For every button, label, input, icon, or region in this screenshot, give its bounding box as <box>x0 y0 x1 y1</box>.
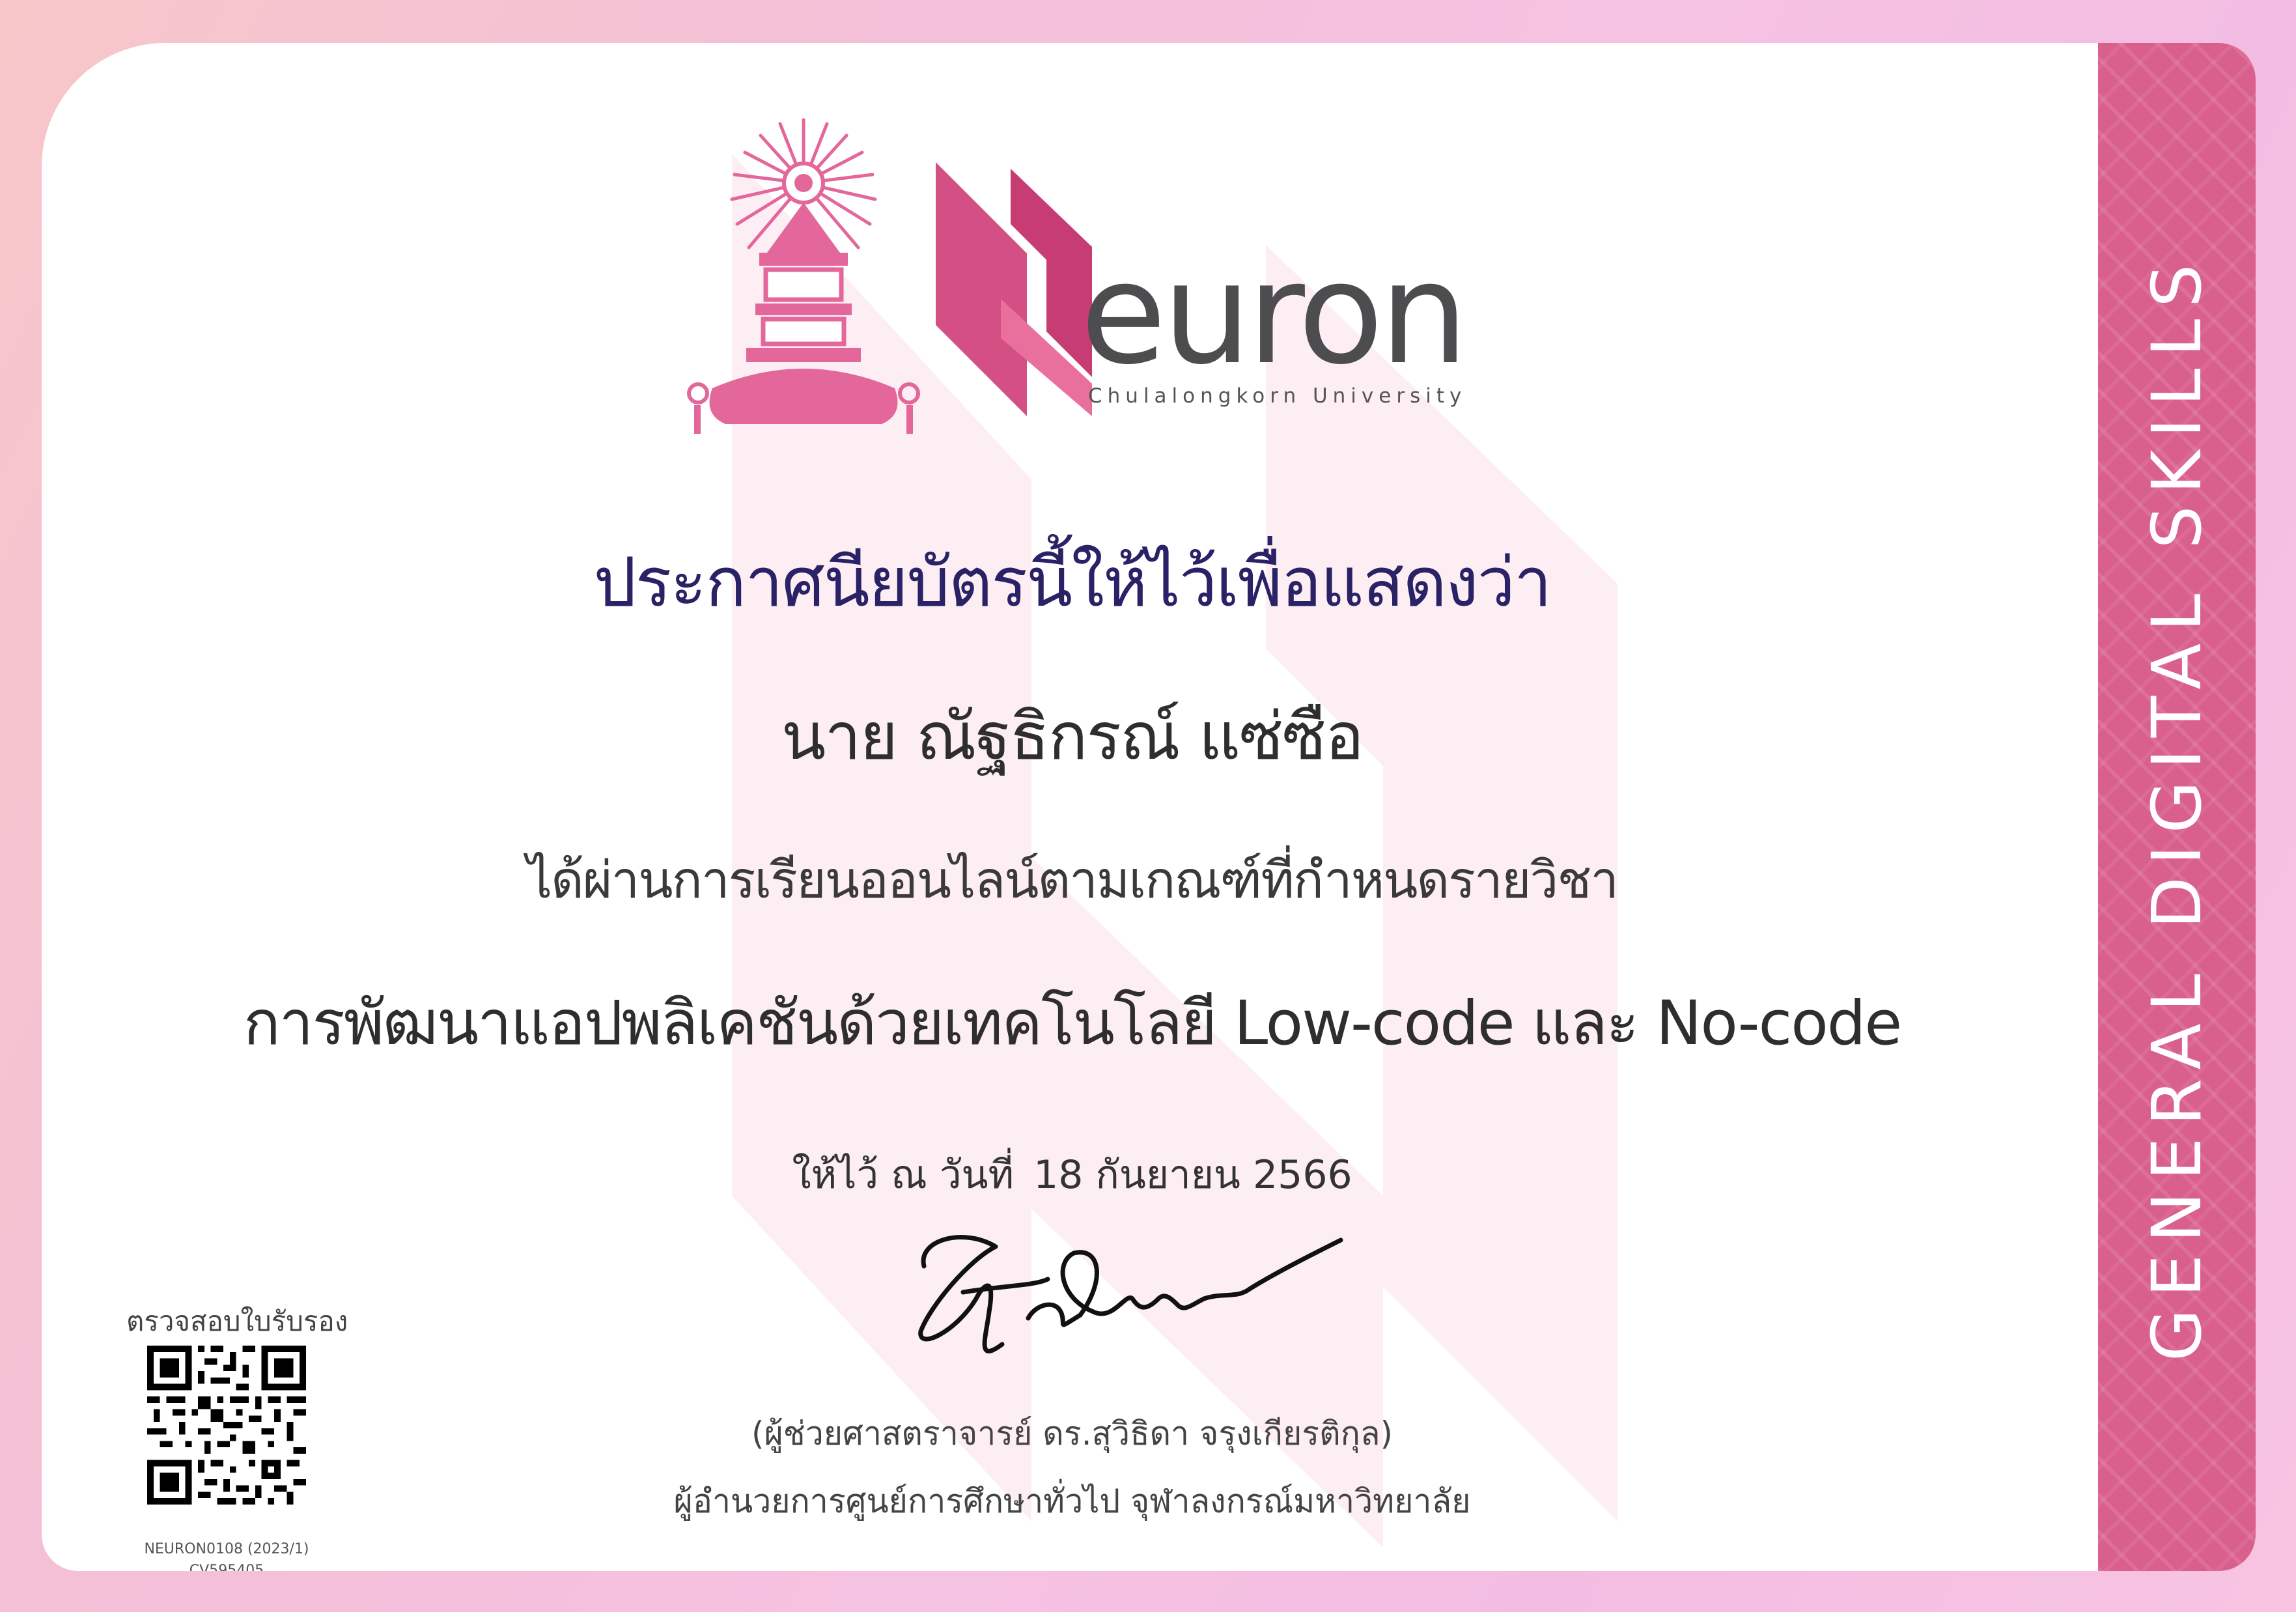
brand-subtitle: Chulalongkorn University <box>1088 384 1467 408</box>
signature-image <box>918 1235 1343 1353</box>
side-band: GENERAL DIGITAL SKILLS <box>2098 43 2256 1571</box>
recipient-name: นาย ณัฐธิกรณ์ แซ่ซือ <box>781 698 1364 774</box>
side-band-text: GENERAL DIGITAL SKILLS <box>2137 252 2217 1362</box>
signer-title: ผู้อำนวยการศูนย์การศึกษาทั่วไป จุฬาลงกรณ… <box>673 1482 1471 1520</box>
completion-text: ได้ผ่านการเรียนออนไลน์ตามเกณฑ์ที่กำหนดรา… <box>526 851 1619 910</box>
neuron-logo-icon <box>936 162 1092 416</box>
date-value: 18 กันยายน 2566 <box>1033 1152 1352 1198</box>
certificate-heading: ประกาศนียบัตรนี้ให้ไว้เพื่อแสดงว่า <box>593 543 1552 622</box>
date-label: ให้ไว้ ณ วันที่ <box>792 1152 1015 1198</box>
brand-name: euron <box>1080 232 1468 395</box>
course-code: NEURON0108 (2023/1) <box>144 1541 309 1557</box>
certificate-code: NEURON0108 (2023/1) CV595405 <box>129 1538 324 1571</box>
certificate-serial: CV595405 <box>189 1563 264 1571</box>
certificate-card: GENERAL DIGITAL SKILLS euron Chulalongko… <box>42 43 2256 1571</box>
verification-label: ตรวจสอบใบรับรอง <box>126 1305 348 1337</box>
chula-seal-logo <box>687 118 920 434</box>
course-title: การพัฒนาแอปพลิเคชันด้วยเทคโนโลยี Low-cod… <box>243 988 1902 1059</box>
qr-code[interactable] <box>147 1346 306 1505</box>
issue-date: ให้ไว้ ณ วันที่ 18 กันยายน 2566 <box>42 1144 2103 1206</box>
signer-name: (ผู้ช่วยศาสตราจารย์ ดร.สุวิธิดา จรุงเกีย… <box>751 1415 1393 1452</box>
